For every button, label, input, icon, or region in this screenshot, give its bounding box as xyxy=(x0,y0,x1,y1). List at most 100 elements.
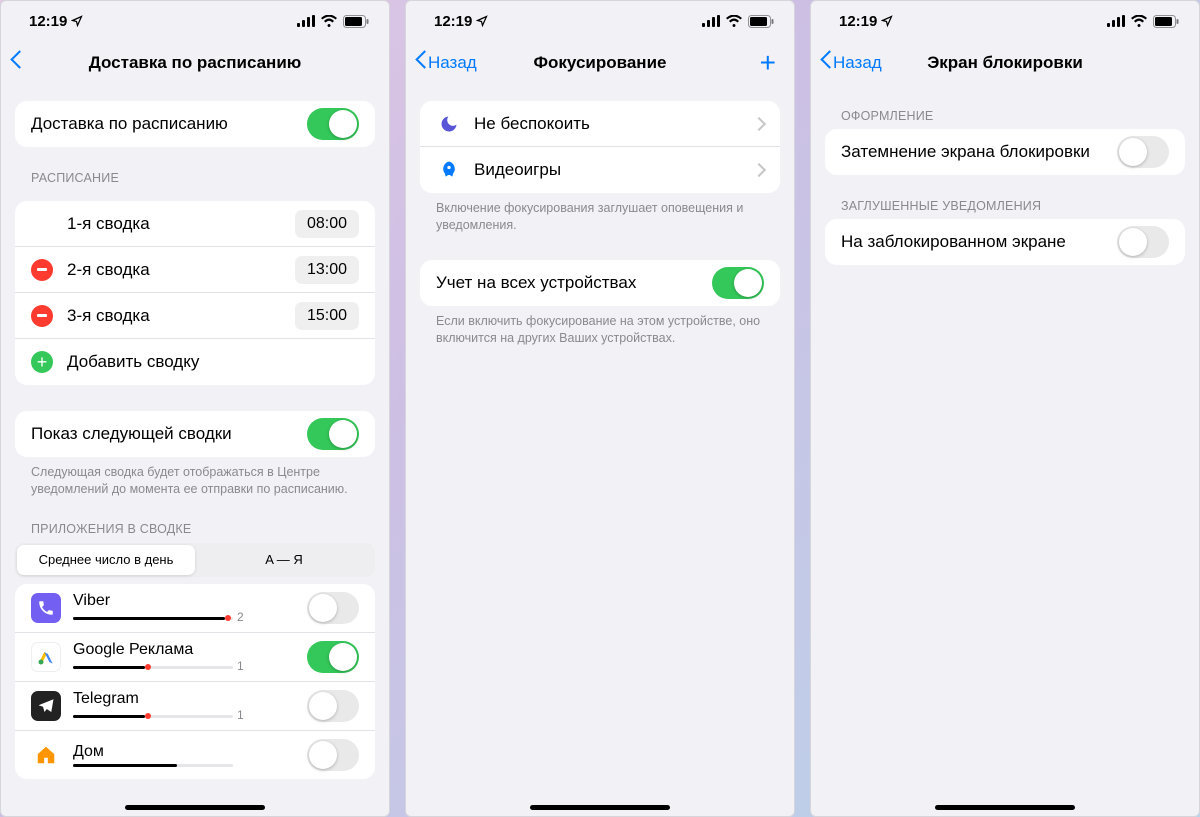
dim-toggle[interactable] xyxy=(1117,136,1169,168)
location-icon xyxy=(881,15,893,27)
status-time: 12:19 xyxy=(29,13,67,30)
summary-row-1[interactable]: 1-я сводка 08:00 xyxy=(15,201,375,247)
summary-row-2[interactable]: 2-я сводка 13:00 xyxy=(15,247,375,293)
app-row-home[interactable]: Дом xyxy=(15,731,375,779)
on-lock-label: На заблокированном экране xyxy=(841,232,1066,252)
back-button[interactable]: Назад xyxy=(819,53,882,73)
summary-time[interactable]: 15:00 xyxy=(295,302,359,330)
nav-bar: Доставка по расписанию xyxy=(1,41,389,85)
app-toggle[interactable] xyxy=(307,641,359,673)
chevron-right-icon xyxy=(754,165,764,175)
focus-footer-2: Если включить фокусирование на этом устр… xyxy=(436,313,764,347)
back-label: Назад xyxy=(833,53,882,73)
signal-icon xyxy=(702,15,720,27)
location-icon xyxy=(476,15,488,27)
next-summary-row[interactable]: Показ следующей сводки xyxy=(15,411,375,457)
focus-label: Видеоигры xyxy=(474,160,561,180)
location-icon xyxy=(71,15,83,27)
phone-screen-3: 12:19 Назад Экран блокировки ОФОРМЛЕНИЕ … xyxy=(810,0,1200,817)
battery-icon xyxy=(748,15,774,28)
signal-icon xyxy=(1107,15,1125,27)
scheduled-delivery-row[interactable]: Доставка по расписанию xyxy=(15,101,375,147)
phone-screen-2: 12:19 Назад Фокусирование + Не беспокоит… xyxy=(405,0,795,817)
home-icon xyxy=(31,740,61,770)
app-toggle[interactable] xyxy=(307,592,359,624)
home-indicator[interactable] xyxy=(935,805,1075,810)
focus-footer-1: Включение фокусирования заглушает оповещ… xyxy=(436,200,764,234)
page-title: Доставка по расписанию xyxy=(1,53,389,73)
dim-lock-screen-row[interactable]: Затемнение экрана блокировки xyxy=(825,129,1185,175)
nav-bar: Назад Фокусирование + xyxy=(406,41,794,85)
summary-label: 2-я сводка xyxy=(67,260,150,280)
segment-alpha[interactable]: A — Я xyxy=(195,545,373,575)
back-button[interactable]: Назад xyxy=(414,53,477,73)
schedule-header: РАСПИСАНИЕ xyxy=(31,171,359,185)
content-scroll[interactable]: Доставка по расписанию РАСПИСАНИЕ 1-я св… xyxy=(1,85,389,816)
remove-icon[interactable] xyxy=(31,305,53,327)
nav-bar: Назад Экран блокировки xyxy=(811,41,1199,85)
chevron-left-icon xyxy=(9,53,21,73)
telegram-icon xyxy=(31,691,61,721)
signal-icon xyxy=(297,15,315,27)
segment-avg[interactable]: Среднее число в день xyxy=(17,545,195,575)
status-time: 12:19 xyxy=(434,13,472,30)
summary-time[interactable]: 08:00 xyxy=(295,210,359,238)
chevron-right-icon xyxy=(754,119,764,129)
summary-row-3[interactable]: 3-я сводка 15:00 xyxy=(15,293,375,339)
share-across-devices-row[interactable]: Учет на всех устройствах xyxy=(420,260,780,306)
app-toggle[interactable] xyxy=(307,690,359,722)
on-lock-screen-row[interactable]: На заблокированном экране xyxy=(825,219,1185,265)
next-summary-footer: Следующая сводка будет отображаться в Це… xyxy=(31,464,359,498)
app-name: Google Реклама xyxy=(73,641,307,659)
home-indicator[interactable] xyxy=(125,805,265,810)
focus-dnd-row[interactable]: Не беспокоить xyxy=(420,101,780,147)
app-count: 1 xyxy=(237,659,244,673)
back-label: Назад xyxy=(428,53,477,73)
apps-header: ПРИЛОЖЕНИЯ В СВОДКЕ xyxy=(31,522,359,536)
add-icon xyxy=(31,351,53,373)
summary-label: 3-я сводка xyxy=(67,306,150,326)
scheduled-delivery-label: Доставка по расписанию xyxy=(31,114,228,134)
home-indicator[interactable] xyxy=(530,805,670,810)
content-scroll[interactable]: ОФОРМЛЕНИЕ Затемнение экрана блокировки … xyxy=(811,85,1199,816)
app-name: Telegram xyxy=(73,690,307,708)
share-label: Учет на всех устройствах xyxy=(436,273,636,293)
scheduled-delivery-toggle[interactable] xyxy=(307,108,359,140)
wifi-icon xyxy=(321,15,337,27)
app-row-google-ads[interactable]: Google Реклама 1 xyxy=(15,633,375,682)
next-summary-label: Показ следующей сводки xyxy=(31,424,232,444)
chevron-left-icon xyxy=(819,53,831,73)
google-ads-icon xyxy=(31,642,61,672)
dim-label: Затемнение экрана блокировки xyxy=(841,142,1090,162)
add-button[interactable]: + xyxy=(760,47,786,79)
summary-time[interactable]: 13:00 xyxy=(295,256,359,284)
silenced-header: ЗАГЛУШЕННЫЕ УВЕДОМЛЕНИЯ xyxy=(841,199,1169,213)
app-name: Дом xyxy=(73,743,307,761)
status-time: 12:19 xyxy=(839,13,877,30)
chevron-left-icon xyxy=(414,53,426,73)
summary-label: 1-я сводка xyxy=(67,214,150,234)
share-toggle[interactable] xyxy=(712,267,764,299)
remove-icon[interactable] xyxy=(31,259,53,281)
app-count: 2 xyxy=(237,610,244,624)
battery-icon xyxy=(1153,15,1179,28)
content-scroll[interactable]: Не беспокоить Видеоигры Включение фокуси… xyxy=(406,85,794,816)
focus-label: Не беспокоить xyxy=(474,114,590,134)
focus-gaming-row[interactable]: Видеоигры xyxy=(420,147,780,193)
status-bar: 12:19 xyxy=(1,1,389,41)
app-row-telegram[interactable]: Telegram 1 xyxy=(15,682,375,731)
wifi-icon xyxy=(726,15,742,27)
on-lock-toggle[interactable] xyxy=(1117,226,1169,258)
app-row-viber[interactable]: Viber 2 xyxy=(15,584,375,633)
app-count: 1 xyxy=(237,708,244,722)
back-button[interactable] xyxy=(9,53,21,73)
next-summary-toggle[interactable] xyxy=(307,418,359,450)
phone-screen-1: 12:19 Доставка по расписанию Доставка по… xyxy=(0,0,390,817)
status-bar: 12:19 xyxy=(406,1,794,41)
segmented-control[interactable]: Среднее число в день A — Я xyxy=(15,543,375,577)
add-summary-label: Добавить сводку xyxy=(67,352,199,372)
app-toggle[interactable] xyxy=(307,739,359,771)
add-summary-row[interactable]: Добавить сводку xyxy=(15,339,375,385)
appearance-header: ОФОРМЛЕНИЕ xyxy=(841,109,1169,123)
moon-icon xyxy=(436,114,462,134)
